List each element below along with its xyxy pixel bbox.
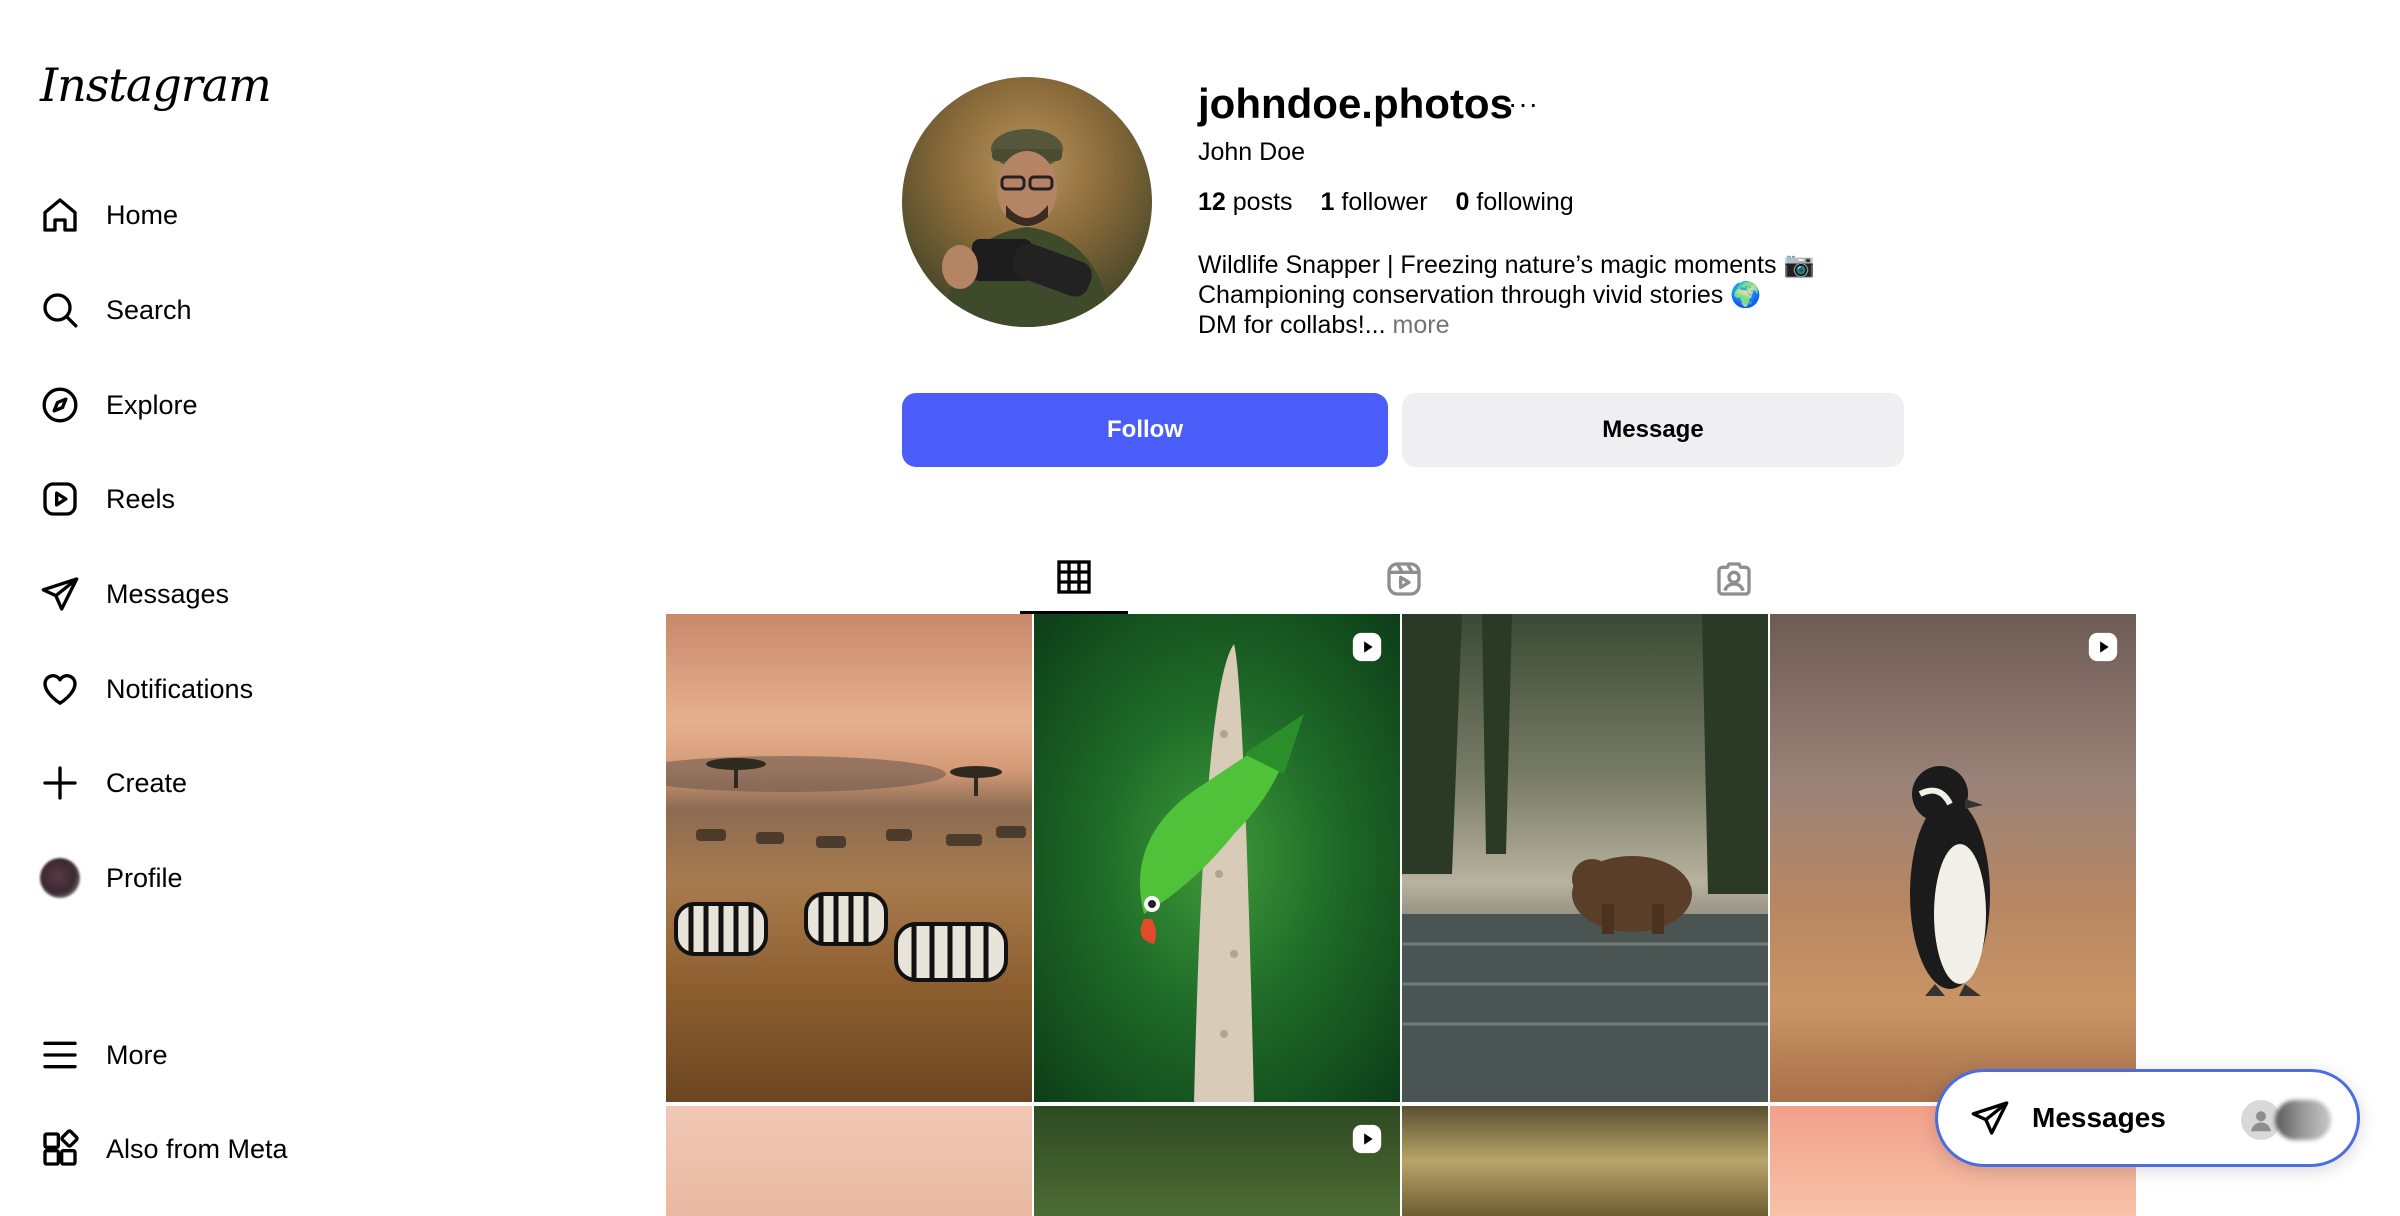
post-parrot[interactable] [1034,614,1400,1102]
bear-image [1402,614,1768,1102]
posts-grid [666,614,2138,1216]
post-penguin[interactable] [1770,614,2136,1102]
avatar [40,858,80,898]
sidebar-item-label: Explore [106,389,198,420]
floating-messages-button[interactable]: Messages [1935,1069,2360,1167]
profile-username: johndoe.photos [1198,80,1513,127]
tagged-icon [1714,559,1754,604]
hamburger-icon [38,1033,82,1077]
tab-tagged[interactable] [1680,548,1788,614]
profile-bio: Wildlife Snapper | Freezing nature’s mag… [1198,250,1815,340]
reels-icon [1384,559,1424,604]
profile-full-name: John Doe [1198,138,1306,166]
sidebar-item-label: Messages [106,578,230,609]
instagram-logo[interactable]: Instagram [40,58,272,112]
sidebar-item-label: Reels [106,483,176,514]
heart-icon [38,667,82,711]
paper-plane-icon [1970,1098,2010,1138]
profile-picture[interactable] [902,77,1152,327]
following-stat[interactable]: 0 following [1456,188,1574,217]
bio-more-link[interactable]: more [1393,311,1450,339]
sidebar-item-label: Search [106,294,192,325]
post-foliage[interactable] [1034,1106,1400,1216]
reel-indicator-icon [1350,1122,1384,1156]
sidebar-item-home[interactable]: Home [24,175,344,255]
meta-apps-icon [38,1127,82,1171]
sidebar-item-more[interactable]: More [24,1015,344,1095]
sidebar-item-messages[interactable]: Messages [24,554,344,634]
post-forest-light[interactable] [1402,1106,1768,1216]
sidebar-item-profile[interactable]: Profile [24,838,344,918]
sidebar-item-reels[interactable]: Reels [24,459,344,539]
followers-stat[interactable]: 1 follower [1321,188,1428,217]
more-options-button[interactable]: ··· [1508,88,1539,120]
sidebar-item-label: Profile [106,862,183,893]
compass-icon [38,383,82,427]
bio-line: Wildlife Snapper | Freezing nature’s mag… [1198,251,1815,279]
reel-indicator-icon [1350,630,1384,664]
paper-plane-icon [38,572,82,616]
photographer-illustration [942,129,1112,327]
sidebar: Instagram Home Search Explore Reels Mess… [0,0,360,1215]
parrot-image [1140,644,1304,1102]
profile-stats: 12 posts 1 follower 0 following [1198,188,1574,217]
avatar-container [38,856,82,900]
sidebar-item-label: Also from Meta [106,1133,288,1164]
bio-line: Championing conservation through vivid s… [1198,281,1762,309]
bio-line: DM for collabs!... more [1198,311,1450,339]
search-icon [38,288,82,332]
post-zebras[interactable] [666,614,1032,1102]
tab-reels[interactable] [1350,548,1458,614]
grid-icon [1054,557,1094,602]
post-bear[interactable] [1402,614,1768,1102]
message-button[interactable]: Message [1402,393,1904,467]
reels-icon [38,477,82,521]
reel-indicator-icon [2086,630,2120,664]
posts-stat: 12 posts [1198,188,1293,216]
follow-button[interactable]: Follow [902,393,1388,467]
sidebar-item-notifications[interactable]: Notifications [24,649,344,729]
tab-posts[interactable] [1020,548,1128,614]
sidebar-item-label: Notifications [106,673,254,704]
zebras-image [666,756,1026,982]
conversation-avatars [2241,1100,2331,1140]
sidebar-item-explore[interactable]: Explore [24,365,344,445]
sidebar-item-label: Create [106,767,188,798]
floating-messages-label: Messages [2032,1102,2166,1133]
sidebar-item-also-from-meta[interactable]: Also from Meta [24,1109,344,1189]
post-sunset[interactable] [666,1106,1032,1216]
sidebar-item-label: More [106,1039,168,1070]
plus-icon [38,761,82,805]
penguin-image [1910,766,1990,996]
avatar [2275,1100,2331,1140]
sidebar-item-label: Home [106,199,179,230]
home-icon [38,193,82,237]
sidebar-item-search[interactable]: Search [24,270,344,350]
sidebar-item-create[interactable]: Create [24,743,344,823]
